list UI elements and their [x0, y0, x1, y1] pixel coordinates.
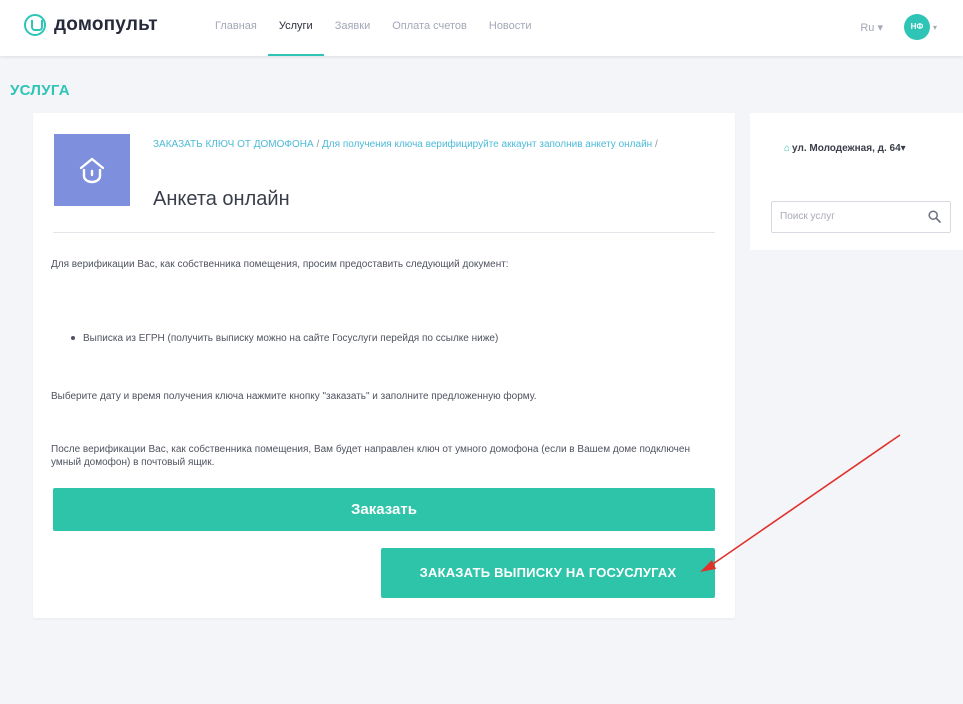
breadcrumb-link-order-key[interactable]: ЗАКАЗАТЬ КЛЮЧ ОТ ДОМОФОНА — [153, 139, 314, 150]
address-text[interactable]: ул. Молодежная, д. 64 — [792, 143, 901, 154]
logo[interactable]: домопульт — [24, 14, 158, 36]
user-menu[interactable]: НФ ▾ — [903, 14, 937, 40]
breadcrumb-separator: / — [652, 139, 658, 150]
house-icon — [79, 157, 105, 184]
order-button[interactable]: Заказать — [53, 488, 715, 531]
arrow-line — [709, 434, 901, 567]
logo-icon — [24, 14, 46, 36]
avatar[interactable]: НФ — [903, 14, 930, 40]
verification-note-text: После верификации Вас, как собственника … — [51, 444, 690, 468]
instructions-text: Выберите дату и время получения ключа на… — [51, 391, 537, 402]
home-security-icon — [54, 134, 130, 206]
house-icon: ⌂ — [784, 143, 791, 154]
language-selector[interactable]: Ru ▾ — [860, 0, 883, 56]
nav-item-requests[interactable]: Заявки — [324, 0, 382, 56]
bullet-icon — [71, 336, 75, 341]
nav-item-news[interactable]: Новости — [478, 0, 543, 56]
nav-item-services[interactable]: Услуги — [267, 0, 324, 56]
search-icon[interactable] — [928, 210, 941, 223]
breadcrumb: ЗАКАЗАТЬ КЛЮЧ ОТ ДОМОФОНА / Для получени… — [153, 138, 713, 151]
logo-text: домопульт — [54, 14, 158, 35]
chevron-down-icon[interactable]: ▾ — [933, 23, 937, 32]
breadcrumb-link-verify[interactable]: Для получения ключа верифицируйте аккаун… — [322, 139, 652, 150]
search-field[interactable]: Поиск услуг — [771, 201, 951, 233]
page-title: УСЛУГА — [10, 82, 70, 99]
order-gosuslugi-button[interactable]: ЗАКАЗАТЬ ВЫПИСКУ НА ГОСУСЛУГАХ — [381, 548, 715, 598]
list-item: Выписка из ЕГРН (получить выписку можно … — [71, 333, 498, 344]
list-item-text: Выписка из ЕГРН (получить выписку можно … — [83, 333, 499, 344]
search-placeholder[interactable]: Поиск услуг — [780, 202, 835, 232]
service-title: Анкета онлайн — [153, 188, 290, 210]
service-card: ЗАКАЗАТЬ КЛЮЧ ОТ ДОМОФОНА / Для получени… — [33, 113, 735, 618]
divider — [53, 232, 715, 233]
nav-item-home[interactable]: Главная — [204, 0, 268, 56]
nav-item-payments[interactable]: Оплата счетов — [381, 0, 478, 56]
breadcrumb-separator: / — [313, 139, 323, 150]
sidebar: ⌂ ул. Молодежная, д. 64▾ Поиск услуг — [750, 113, 963, 250]
top-navbar: домопульт Главная Услуги Заявки Оплата с… — [0, 0, 963, 56]
main-nav: Главная Услуги Заявки Оплата счетов Ново… — [204, 0, 542, 56]
address-selector[interactable]: ⌂ ул. Молодежная, д. 64▾ — [784, 143, 954, 155]
chevron-down-icon[interactable]: ▾ — [901, 143, 906, 154]
intro-text: Для верификации Вас, как собственника по… — [51, 259, 509, 270]
